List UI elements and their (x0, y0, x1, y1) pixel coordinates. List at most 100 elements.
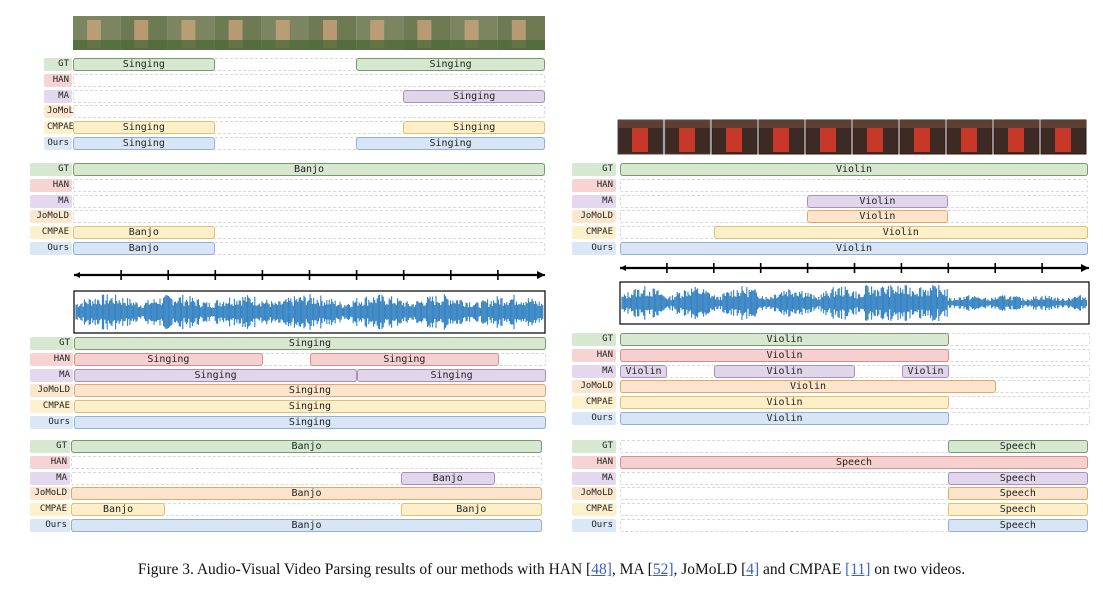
event-segment: Singing (356, 137, 545, 150)
event-segment: Violin (807, 194, 948, 208)
method-label-ma: MA (572, 194, 616, 208)
event-segment: Violin (620, 380, 996, 394)
event-segment: Speech (620, 455, 1088, 469)
event-segment: Singing (74, 400, 546, 414)
avvp-figure: GT Singing Singing HAN MA Singing JoMoLD CMPAE S… (0, 0, 1103, 593)
event-segment: Singing (73, 58, 215, 71)
video-frame-ground (167, 40, 215, 50)
video-frame-top (994, 120, 1039, 128)
event-segment: Violin (620, 333, 949, 346)
video-frame-figure (1055, 128, 1071, 152)
method-label-ma: MA (30, 471, 70, 485)
method-label-gt: GT (30, 337, 73, 350)
method-label-han: HAN (572, 178, 616, 192)
caption-prefix: Figure 3. Audio-Visual Video Parsing res… (137, 561, 592, 578)
method-label-ours: Ours (30, 416, 73, 429)
method-label-jomold: JoMoLD (30, 210, 72, 224)
method-label-ma: MA (30, 368, 73, 382)
event-segment: Speech (947, 440, 1088, 453)
event-segment: Singing (74, 337, 546, 350)
video-frame-top (618, 120, 663, 128)
event-segment: Banjo (71, 503, 166, 517)
caption-mid-1: , MA [ (611, 561, 653, 578)
method-label-han: HAN (572, 455, 616, 469)
method-label-gt: GT (44, 58, 72, 71)
event-segment: Violin (902, 364, 949, 378)
timeline-row (71, 455, 542, 469)
video-frame-figure (867, 128, 883, 152)
event-segment: Singing (310, 352, 499, 366)
video-frame-ground (497, 40, 545, 50)
figure-caption: Figure 3. Audio-Visual Video Parsing res… (0, 561, 1103, 579)
timeline-row (620, 364, 1090, 378)
method-label-cmpae: CMPAE (30, 503, 70, 517)
method-label-ours: Ours (30, 242, 72, 255)
timeline-row (73, 194, 545, 208)
video-frame-top (1041, 120, 1086, 128)
video-frame-top (759, 120, 804, 128)
video-frame-top (853, 120, 898, 128)
method-label-ma: MA (572, 364, 616, 378)
method-label-ma: MA (30, 194, 72, 208)
event-segment: Banjo (71, 487, 542, 501)
ref-ma-link[interactable]: 52] (653, 561, 674, 578)
method-label-gt: GT (572, 333, 616, 346)
method-label-cmpae: CMPAE (44, 121, 74, 135)
video-frame-figure (773, 128, 789, 152)
method-label-ma: MA (572, 471, 616, 485)
video-frame-ground (120, 40, 168, 50)
event-segment: Violin (714, 364, 855, 378)
ref-jomold-link[interactable]: 4] (746, 561, 759, 578)
method-label-jomold: JoMoLD (572, 380, 616, 394)
method-label-gt: GT (572, 440, 616, 453)
event-segment: Banjo (71, 440, 542, 453)
event-segment: Violin (620, 348, 949, 362)
event-segment: Violin (713, 226, 1088, 240)
event-segment: Singing (357, 368, 546, 382)
method-label-ours: Ours (30, 519, 70, 532)
ref-cmpae-link[interactable]: [11] (845, 561, 870, 578)
event-segment: Singing (356, 58, 545, 71)
axis-arrow (537, 271, 545, 279)
axis-arrow-start (74, 272, 80, 278)
method-label-jomold: JoMoLD (30, 384, 73, 398)
method-label-cmpae: CMPAE (30, 400, 73, 414)
video-frame-ground (356, 40, 404, 50)
video-frame-figure (679, 128, 695, 152)
event-segment: Singing (73, 137, 215, 150)
caption-mid-2: , JoMoLD [ (673, 561, 747, 578)
event-segment: Singing (73, 121, 215, 135)
video-frame-figure (1008, 128, 1024, 152)
method-label-cmpae: CMPAE (30, 226, 72, 240)
video-frame-ground (73, 40, 121, 50)
method-label-han: HAN (572, 348, 616, 362)
video-frame-ground (450, 40, 498, 50)
method-label-gt: GT (572, 163, 616, 176)
method-label-han: HAN (30, 178, 72, 192)
video-frame-figure (820, 128, 836, 152)
timeline-row (73, 178, 545, 192)
video-frame-top (712, 120, 757, 128)
event-segment: Singing (403, 89, 545, 103)
event-segment: Banjo (400, 503, 542, 517)
video-frame-ground (214, 40, 262, 50)
event-segment: Violin (620, 396, 949, 410)
event-segment: Banjo (73, 163, 545, 176)
ref-han-link[interactable]: 48] (591, 561, 612, 578)
event-segment: Speech (947, 487, 1088, 501)
event-segment: Banjo (71, 519, 542, 532)
event-segment: Speech (947, 503, 1088, 517)
method-label-ours: Ours (572, 242, 616, 255)
caption-suffix: on two videos. (870, 561, 966, 578)
event-segment: Singing (74, 368, 358, 382)
video-frame-figure (726, 128, 742, 152)
method-label-ours: Ours (572, 412, 616, 425)
method-label-han: HAN (44, 73, 72, 87)
event-segment: Singing (403, 121, 545, 135)
event-segment: Singing (74, 384, 546, 398)
method-label-jomold: JoMoLD (30, 487, 70, 501)
method-label-ours: Ours (572, 519, 616, 532)
video-frame-figure (914, 128, 930, 152)
event-segment: Banjo (400, 471, 495, 485)
method-label-jomold: JoMoLD (44, 105, 80, 119)
